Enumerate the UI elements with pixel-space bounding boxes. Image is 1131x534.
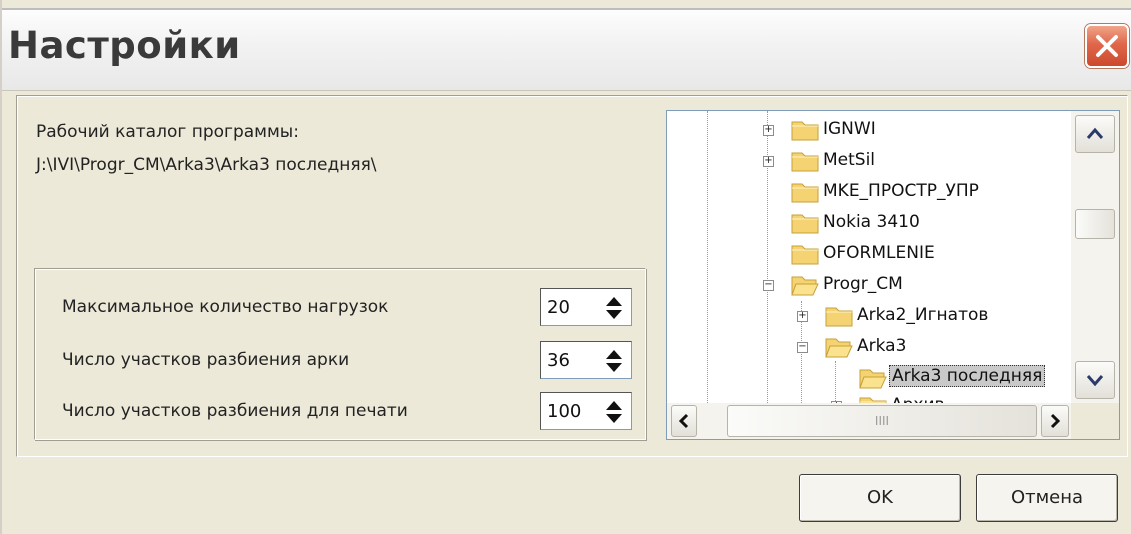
scroll-left-button[interactable] (671, 405, 697, 437)
print-segments-spinner[interactable]: 100 (540, 392, 632, 430)
max-loads-value[interactable]: 20 (547, 297, 570, 318)
chevron-down-icon (1086, 375, 1104, 387)
chevron-right-icon (1050, 413, 1061, 429)
close-button[interactable] (1085, 24, 1129, 68)
vertical-scrollbar[interactable] (1071, 111, 1119, 403)
title-bar[interactable]: Настройки (2, 8, 1131, 91)
tree-item-label: Progr_CM (823, 274, 903, 294)
folder-icon (791, 121, 819, 141)
horizontal-scrollbar[interactable]: IIII (667, 403, 1071, 439)
spin-arrows-icon[interactable] (603, 295, 625, 321)
tree-line (707, 111, 708, 403)
scroll-up-button[interactable] (1075, 115, 1115, 153)
folder-icon (791, 245, 819, 265)
expand-icon[interactable]: + (763, 156, 774, 167)
folder-tree[interactable]: + IGNWI + MetSil MKE_ПРОСТР_УПР Nokia 34… (666, 110, 1120, 440)
folder-icon (791, 152, 819, 172)
spin-arrows-icon[interactable] (603, 348, 625, 374)
working-dir-path: J:\IVI\Progr_CM\Arka3\Arka3 последняя\ (36, 155, 377, 175)
spin-arrows-icon[interactable] (603, 399, 625, 425)
print-segments-label: Число участков разбиения для печати (62, 401, 408, 421)
collapse-icon[interactable]: − (763, 280, 774, 291)
chevron-left-icon (678, 413, 689, 429)
print-segments-value[interactable]: 100 (547, 401, 581, 422)
scroll-right-button[interactable] (1041, 405, 1069, 437)
folder-icon (825, 307, 853, 327)
scroll-corner (1071, 403, 1119, 439)
tree-item-label: IGNWI (823, 119, 876, 139)
arch-segments-spinner[interactable]: 36 (540, 341, 632, 379)
folder-icon (791, 214, 819, 234)
folder-icon (791, 183, 819, 203)
window-title: Настройки (8, 24, 241, 67)
close-icon (1096, 35, 1118, 57)
cancel-button[interactable]: Отмена (976, 474, 1118, 522)
tree-line (835, 361, 836, 403)
vertical-scroll-thumb[interactable] (1075, 209, 1115, 239)
tree-item-label: Nokia 3410 (823, 212, 920, 232)
arch-segments-label: Число участков разбиения арки (62, 350, 350, 370)
tree-item-label: OFORMLENIE (823, 243, 935, 263)
tree-item-label: MKE_ПРОСТР_УПР (823, 181, 979, 201)
tree-item-label: Arka3 последняя (889, 365, 1046, 387)
settings-dialog: Настройки Рабочий каталог программы: J:\… (0, 0, 1131, 534)
expand-icon[interactable]: + (763, 125, 774, 136)
tree-item-label: Arka2_Игнатов (857, 305, 989, 325)
working-dir-label: Рабочий каталог программы: (36, 122, 299, 142)
tree-item-label: MetSil (823, 150, 876, 170)
open-folder-icon (859, 369, 887, 389)
scroll-down-button[interactable] (1075, 361, 1115, 399)
arch-segments-value[interactable]: 36 (547, 350, 570, 371)
max-loads-label: Максимальное количество нагрузок (62, 297, 389, 317)
open-folder-icon (825, 338, 853, 358)
collapse-icon[interactable]: − (797, 342, 808, 353)
ok-button[interactable]: OK (799, 474, 961, 522)
horizontal-scroll-thumb[interactable]: IIII (727, 405, 1037, 437)
expand-icon[interactable]: + (797, 311, 808, 322)
open-folder-icon (791, 276, 819, 296)
max-loads-spinner[interactable]: 20 (540, 288, 632, 326)
chevron-up-icon (1086, 127, 1104, 139)
tree-item-label: Arka3 (857, 336, 907, 356)
